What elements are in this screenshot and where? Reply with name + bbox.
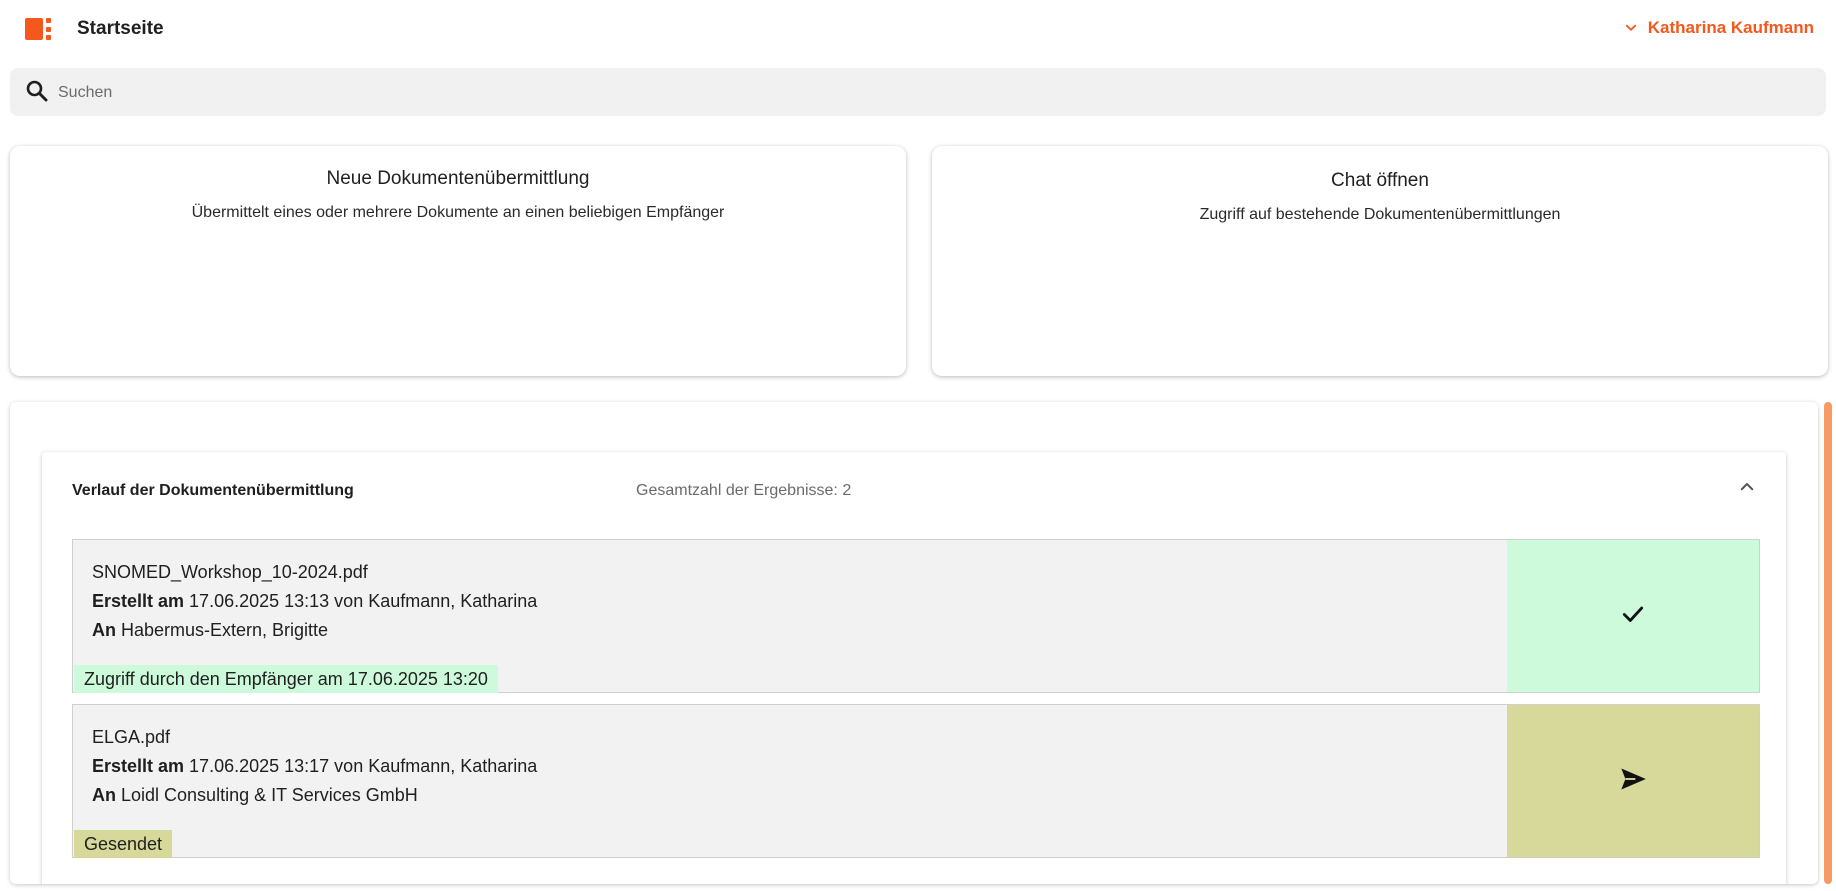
list-item[interactable]: ELGA.pdf Erstellt am 17.06.2025 13:17 vo…	[72, 704, 1760, 858]
open-chat-card[interactable]: Chat öffnen Zugriff auf bestehende Dokum…	[932, 146, 1828, 376]
status-badge: Zugriff durch den Empfänger am 17.06.202…	[74, 665, 498, 693]
status-indicator	[1507, 705, 1759, 857]
history-panel: Verlauf der Dokumentenübermittlung Gesam…	[10, 402, 1818, 884]
page-title: Startseite	[77, 18, 164, 39]
user-menu-button[interactable]: Katharina Kaufmann	[1624, 18, 1814, 38]
history-accordion: Verlauf der Dokumentenübermittlung Gesam…	[42, 452, 1786, 884]
chevron-down-icon	[1624, 21, 1638, 35]
new-document-transfer-card[interactable]: Neue Dokumentenübermittlung Übermittelt …	[10, 146, 906, 376]
search-bar	[10, 68, 1826, 118]
card-description: Übermittelt eines oder mehrere Dokumente…	[191, 204, 725, 221]
card-description: Zugriff auf bestehende Dokumentenübermit…	[1199, 206, 1561, 223]
created-info: Erstellt am 17.06.2025 13:13 von Kaufman…	[92, 591, 538, 611]
check-icon	[1620, 601, 1646, 632]
search-input[interactable]	[56, 68, 1800, 118]
recipient-info: An Loidl Consulting & IT Services GmbH	[92, 785, 418, 805]
file-name: SNOMED_Workshop_10-2024.pdf	[92, 562, 368, 582]
recipient-info: An Habermus-Extern, Brigitte	[92, 620, 329, 640]
status-indicator	[1507, 540, 1759, 692]
status-badge: Gesendet	[74, 830, 173, 858]
card-title: Neue Dokumentenübermittlung	[326, 168, 590, 189]
top-bar: Startseite Katharina Kaufmann	[0, 0, 1836, 58]
search-icon	[25, 79, 49, 108]
created-info: Erstellt am 17.06.2025 13:17 von Kaufman…	[92, 756, 538, 776]
result-count: Gesamtzahl der Ergebnisse: 2	[636, 482, 852, 499]
card-title: Chat öffnen	[1331, 170, 1429, 191]
send-icon	[1619, 765, 1647, 798]
file-name: ELGA.pdf	[92, 727, 171, 747]
user-name: Katharina Kaufmann	[1647, 18, 1814, 37]
list-item[interactable]: SNOMED_Workshop_10-2024.pdf Erstellt am …	[72, 539, 1760, 693]
chevron-up-icon[interactable]	[1738, 478, 1756, 501]
history-title: Verlauf der Dokumentenübermittlung	[72, 482, 354, 499]
scrollbar[interactable]	[1824, 402, 1832, 884]
app-logo-icon[interactable]	[25, 18, 53, 40]
